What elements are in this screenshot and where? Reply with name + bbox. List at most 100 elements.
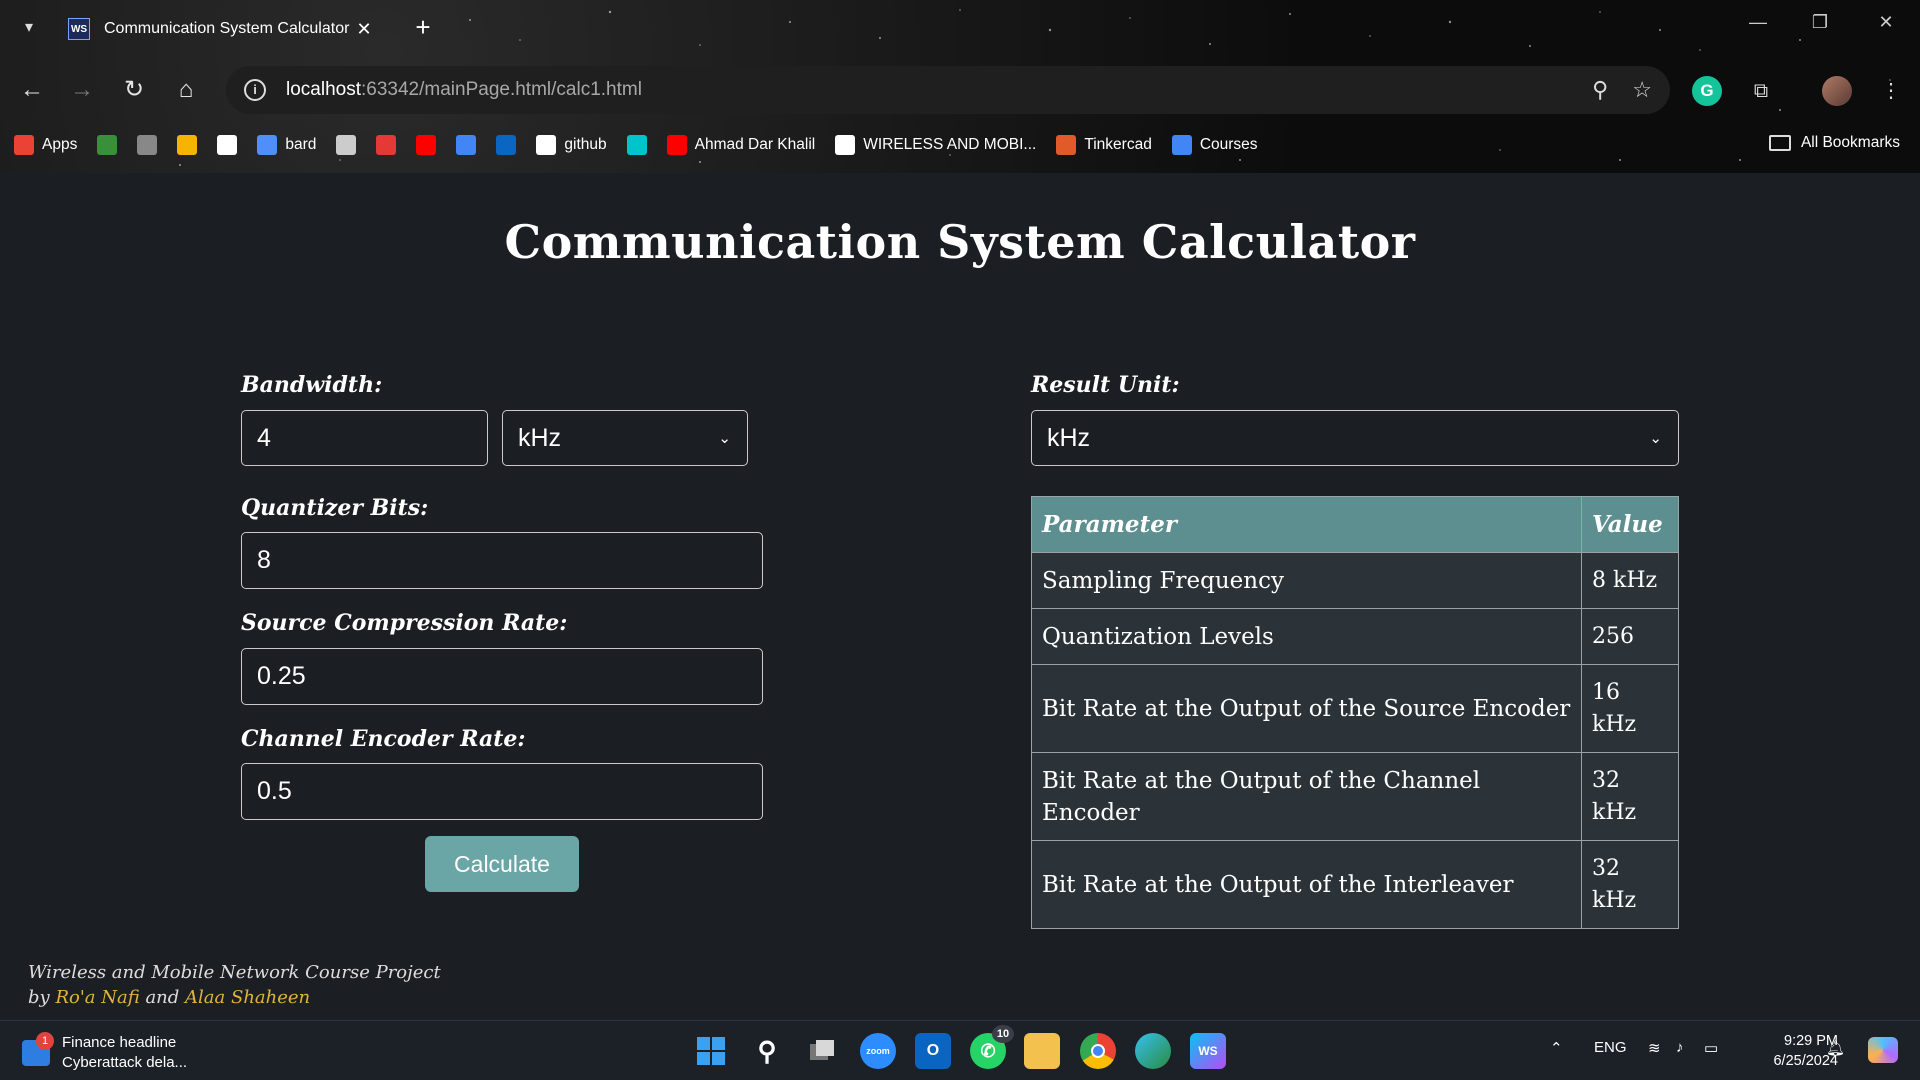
- bookmark-item[interactable]: Ahmad Dar Khalil: [666, 135, 815, 155]
- news-widget[interactable]: 1 Finance headline Cyberattack dela...: [22, 1032, 187, 1073]
- browser-menu-icon[interactable]: ⋮: [1876, 76, 1906, 106]
- bookmark-item[interactable]: [336, 135, 357, 155]
- tab-close-icon[interactable]: ✕: [354, 19, 374, 40]
- tab-search-dropdown-icon[interactable]: ▾: [18, 17, 40, 39]
- bandwidth-unit-select[interactable]: kHz ⌄: [502, 410, 748, 466]
- file-explorer-icon[interactable]: [1024, 1033, 1060, 1069]
- canva-icon: [626, 135, 647, 155]
- extensions-puzzle-icon[interactable]: ⧉: [1746, 76, 1776, 106]
- quantizer-bits-label: Quantizer Bits:: [241, 495, 429, 521]
- bookmark-item[interactable]: Courses: [1171, 135, 1258, 155]
- calculate-button[interactable]: Calculate: [425, 836, 579, 892]
- google-drive-icon: [177, 135, 198, 155]
- tab-active[interactable]: WS Communication System Calculator ✕: [56, 8, 386, 50]
- channel-encoder-input[interactable]: 0.5: [241, 763, 763, 820]
- address-bar[interactable]: i localhost:63342/mainPage.html/calc1.ht…: [226, 66, 1670, 114]
- table-row: Quantization Levels 256: [1031, 608, 1679, 665]
- volume-icon[interactable]: ♪: [1676, 1039, 1684, 1056]
- minimize-icon[interactable]: —: [1738, 12, 1778, 33]
- tray-overflow-chevron-icon[interactable]: ⌃: [1550, 1039, 1563, 1057]
- bookmark-item[interactable]: Tinkercad: [1056, 135, 1152, 155]
- row-parameter: Quantization Levels: [1031, 608, 1582, 665]
- bookmark-star-icon[interactable]: ☆: [1632, 77, 1652, 103]
- author-link-alaa[interactable]: Alaa Shaheen: [185, 987, 310, 1008]
- bandwidth-input[interactable]: 4: [241, 410, 488, 466]
- notion-icon: [835, 135, 856, 155]
- result-unit-select[interactable]: kHz ⌄: [1031, 410, 1679, 466]
- search-icon[interactable]: ⚲: [749, 1033, 785, 1069]
- bookmark-item[interactable]: [416, 135, 437, 155]
- outlook-app-icon[interactable]: O: [915, 1033, 951, 1069]
- chrome-app-icon[interactable]: [1080, 1033, 1116, 1069]
- notification-bell-icon[interactable]: 🔔︎: [1826, 1039, 1845, 1057]
- bookmark-item[interactable]: [456, 135, 477, 155]
- whatsapp-badge: 10: [992, 1025, 1014, 1043]
- bookmark-label: Apps: [42, 136, 78, 153]
- battery-icon[interactable]: ▭: [1704, 1039, 1718, 1057]
- bookmark-item[interactable]: [626, 135, 647, 155]
- page-content: Communication System Calculator Bandwidt…: [0, 173, 1920, 1020]
- tinkercad-icon: [1056, 135, 1077, 155]
- bandwidth-label: Bandwidth:: [241, 372, 383, 398]
- source-compression-input[interactable]: 0.25: [241, 648, 763, 705]
- bookmark-item[interactable]: [177, 135, 198, 155]
- bookmark-label: bard: [285, 136, 317, 153]
- close-window-icon[interactable]: ✕: [1866, 12, 1906, 33]
- header-parameter: Parameter: [1031, 496, 1582, 553]
- whatsapp-app-icon[interactable]: ✆ 10: [970, 1025, 1014, 1069]
- site-info-icon[interactable]: i: [244, 79, 266, 101]
- google-icon: [1171, 135, 1192, 155]
- windows-start-icon[interactable]: [693, 1033, 729, 1069]
- restore-icon[interactable]: ❐: [1800, 12, 1840, 33]
- grammarly-extension-icon[interactable]: G: [1692, 76, 1722, 106]
- home-icon[interactable]: ⌂: [172, 76, 200, 104]
- copilot-icon[interactable]: [1868, 1037, 1898, 1063]
- url-text[interactable]: localhost:63342/mainPage.html/calc1.html: [286, 79, 1568, 101]
- row-parameter: Bit Rate at the Output of the Channel En…: [1031, 752, 1582, 841]
- bard-sparkle-icon: [257, 135, 278, 155]
- bookmark-item[interactable]: WIRELESS AND MOBI...: [835, 135, 1036, 155]
- bookmark-label: github: [564, 136, 607, 153]
- folder-icon: [1768, 135, 1791, 151]
- wifi-icon[interactable]: ≋: [1648, 1039, 1661, 1057]
- bookmark-item[interactable]: [376, 135, 397, 155]
- task-view-icon[interactable]: [804, 1033, 840, 1069]
- back-arrow-icon[interactable]: ←: [18, 76, 46, 104]
- bookmark-item[interactable]: [217, 135, 238, 155]
- reload-icon[interactable]: ↻: [120, 76, 148, 104]
- browser-chrome: ▾ WS Communication System Calculator ✕ +…: [0, 0, 1920, 173]
- language-indicator[interactable]: ENG: [1594, 1039, 1627, 1056]
- row-value: 256: [1581, 608, 1679, 665]
- bookmark-item[interactable]: bard: [257, 135, 316, 155]
- windows-taskbar: 1 Finance headline Cyberattack dela... ⚲…: [0, 1020, 1920, 1080]
- forward-arrow-icon[interactable]: →: [68, 76, 96, 104]
- bandwidth-unit-value: kHz: [518, 423, 562, 452]
- bookmark-item[interactable]: [496, 135, 517, 155]
- apps-grid-icon: [14, 135, 34, 155]
- row-value: 32 kHz: [1581, 752, 1679, 841]
- zoom-icon[interactable]: ⚲: [1592, 77, 1608, 103]
- quantizer-bits-input[interactable]: 8: [241, 532, 763, 589]
- row-parameter: Bit Rate at the Output of the Source Enc…: [1031, 664, 1582, 753]
- news-widget-icon: 1: [22, 1032, 54, 1066]
- edge-app-icon[interactable]: [1135, 1033, 1171, 1069]
- header-value: Value: [1581, 496, 1679, 553]
- bookmark-item[interactable]: Apps: [14, 135, 77, 155]
- zoom-app-icon[interactable]: zoom: [860, 1033, 896, 1069]
- new-tab-button[interactable]: +: [410, 14, 436, 40]
- profile-avatar[interactable]: [1822, 76, 1852, 106]
- bookmark-item[interactable]: github: [536, 135, 607, 155]
- table-row: Bit Rate at the Output of the Interleave…: [1031, 840, 1679, 929]
- page-footer: Wireless and Mobile Network Course Proje…: [28, 960, 441, 1010]
- all-bookmarks-button[interactable]: All Bookmarks: [1768, 134, 1900, 152]
- author-link-roa[interactable]: Ro'a Nafi: [55, 987, 139, 1008]
- url-host: localhost: [286, 79, 361, 100]
- youtube-icon: [416, 135, 437, 155]
- table-header-row: Parameter Value: [1031, 496, 1679, 553]
- bookmark-item[interactable]: [97, 135, 118, 155]
- row-parameter: Sampling Frequency: [1031, 552, 1582, 609]
- google-translate-icon: [456, 135, 477, 155]
- bookmark-item[interactable]: [137, 135, 158, 155]
- webstorm-app-icon[interactable]: WS: [1190, 1033, 1226, 1069]
- youtube-icon: [666, 135, 687, 155]
